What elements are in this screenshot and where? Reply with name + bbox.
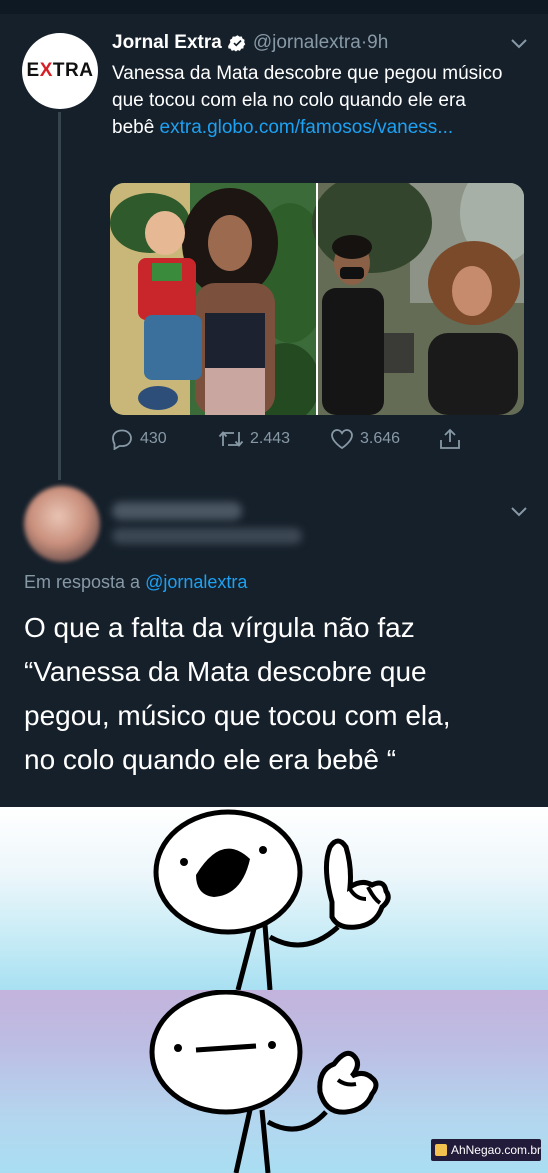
replying-to-prefix: Em resposta a — [24, 572, 146, 592]
reply-action[interactable]: 430 — [110, 428, 167, 450]
like-count: 3.646 — [360, 430, 401, 447]
watermark-text: AhNegao.com.br — [450, 1143, 541, 1157]
raising-finger-figure-excited — [153, 809, 391, 991]
reply-count: 430 — [140, 430, 167, 447]
author-name[interactable]: Jornal Extra — [112, 32, 222, 54]
reply-user-avatar[interactable] — [24, 486, 100, 562]
reply-icon — [112, 429, 132, 450]
jornal-extra-avatar[interactable]: EXTRA — [22, 33, 98, 109]
like-action[interactable]: 3.646 — [330, 428, 400, 450]
top-strip — [0, 0, 548, 14]
tweet-photo[interactable] — [110, 183, 524, 415]
reply-line-1: O que a falta da vírgula não faz — [24, 612, 415, 643]
chevron-down-icon[interactable] — [510, 506, 528, 518]
meme-image — [0, 807, 548, 1173]
chevron-down-icon[interactable] — [510, 38, 528, 50]
tweet-time[interactable]: 9h — [367, 32, 388, 54]
ahnegao-watermark: AhNegao.com.br — [431, 1139, 541, 1161]
tweet-actions: 430 2.443 3.646 — [110, 428, 470, 452]
share-icon — [440, 428, 460, 449]
replying-to-handle[interactable]: @jornalextra — [145, 572, 247, 592]
reply-line-3: pegou, músico que tocou com ela, — [24, 700, 451, 731]
retweet-icon — [218, 431, 244, 447]
blurred-user-name — [112, 502, 242, 520]
retweet-action[interactable]: 2.443 — [218, 428, 290, 450]
tweet-header: Jornal Extra @jornalextra · 9h — [112, 30, 388, 56]
extra-logo: EXTRA — [27, 60, 94, 82]
blurred-user-handle — [112, 528, 302, 544]
reply-line-2: “Vanessa da Mata descobre que — [24, 656, 427, 687]
tweet-link[interactable]: extra.globo.com/famosos/vaness... — [160, 117, 454, 138]
share-action[interactable] — [438, 428, 468, 450]
heart-icon — [331, 429, 353, 450]
meme-panel-top — [0, 807, 548, 991]
thread-line — [58, 112, 61, 480]
logo-letter-e: E — [26, 60, 40, 81]
author-handle[interactable]: @jornalextra — [253, 32, 361, 54]
reply-text: O que a falta da vírgula não faz “Vaness… — [24, 606, 534, 782]
reply-line-4: no colo quando ele era bebê “ — [24, 744, 397, 775]
photo-collage-image — [110, 183, 524, 415]
verified-badge-icon — [227, 34, 246, 51]
replying-to: Em resposta a @jornalextra — [24, 572, 247, 593]
logo-letter-x: X — [39, 60, 53, 81]
ahnegao-logo-icon — [435, 1144, 447, 1156]
logo-letters-tra: TRA — [52, 60, 94, 81]
retweet-count: 2.443 — [250, 430, 291, 447]
tweet-text: Vanessa da Mata descobre que pegou músic… — [112, 60, 512, 141]
